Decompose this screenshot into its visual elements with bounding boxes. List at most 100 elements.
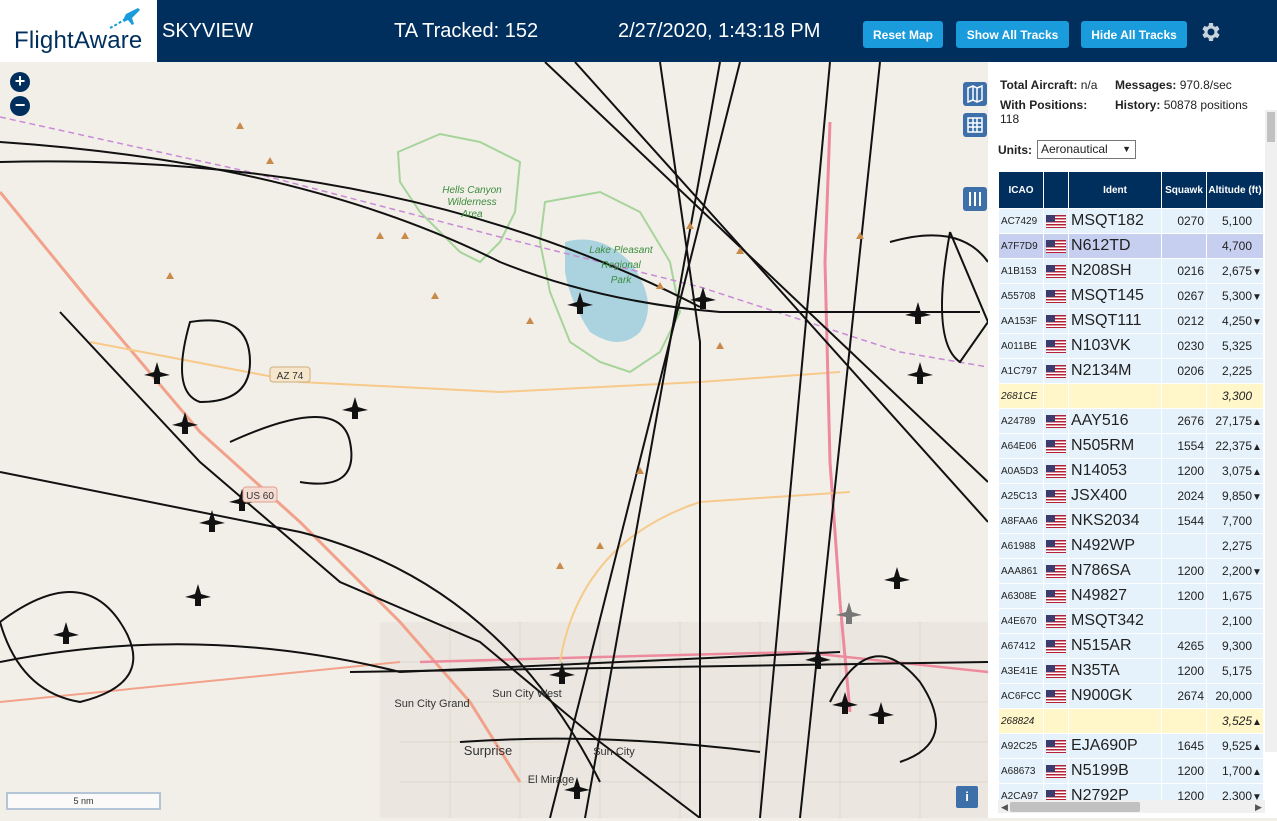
col-altitude[interactable]: Altitude (ft) bbox=[1206, 171, 1265, 209]
cell-flag bbox=[1043, 533, 1070, 559]
us-flag-icon bbox=[1046, 515, 1067, 529]
cell-ident: EJA690P bbox=[1068, 733, 1163, 759]
cell-ident: NKS2034 bbox=[1068, 508, 1163, 534]
cell-ident: MSQT145 bbox=[1068, 283, 1163, 309]
zoom-out-button[interactable]: − bbox=[10, 96, 30, 116]
units-value: Aeronautical bbox=[1041, 142, 1108, 156]
altitude-value: 5,325 bbox=[1221, 339, 1253, 353]
table-row[interactable]: A4E670 MSQT342 2,100 bbox=[997, 608, 1265, 634]
table-row[interactable]: AAA861 N786SA 1200 2,200▼ bbox=[997, 558, 1265, 584]
table-row[interactable]: AC6FCC N900GK 2674 20,000 bbox=[997, 683, 1265, 709]
cell-ident: AAY516 bbox=[1068, 408, 1163, 434]
cell-altitude: 2,225 bbox=[1206, 358, 1265, 384]
table-row[interactable]: A1C797 N2134M 0206 2,225 bbox=[997, 358, 1265, 384]
map-view[interactable]: Hells Canyon Wilderness Area Lake Pleasa… bbox=[0, 62, 988, 818]
columns-toggle-button[interactable] bbox=[963, 187, 987, 211]
sidebar-vertical-scrollbar[interactable] bbox=[1265, 110, 1277, 752]
table-row[interactable]: A0A5D3 N14053 1200 3,075▲ bbox=[997, 458, 1265, 484]
us-flag-icon bbox=[1046, 290, 1067, 304]
table-row[interactable]: A25C13 JSX400 2024 9,850▼ bbox=[997, 483, 1265, 509]
altitude-trend-icon: ▼ bbox=[1252, 567, 1262, 578]
cell-icao: A4E670 bbox=[997, 608, 1045, 634]
cell-altitude: 20,000 bbox=[1206, 683, 1265, 709]
scroll-right-icon[interactable]: ▶ bbox=[1255, 802, 1262, 813]
col-icao[interactable]: ICAO bbox=[997, 171, 1045, 209]
col-flag[interactable] bbox=[1043, 171, 1070, 209]
table-row[interactable]: A6308E N49827 1200 1,675 bbox=[997, 583, 1265, 609]
cell-ident: N900GK bbox=[1068, 683, 1163, 709]
table-row[interactable]: AA153F MSQT111 0212 4,250▼ bbox=[997, 308, 1265, 334]
flightaware-logo[interactable]: FlightAware bbox=[0, 0, 157, 62]
table-row[interactable]: A3E41E N35TA 1200 5,175 bbox=[997, 658, 1265, 684]
cell-icao: A7F7D9 bbox=[997, 233, 1045, 259]
cell-ident: N14053 bbox=[1068, 458, 1163, 484]
altitude-value: 5,175 bbox=[1221, 664, 1253, 678]
cell-squawk bbox=[1161, 233, 1208, 259]
table-row[interactable]: A67412 N515AR 4265 9,300 bbox=[997, 633, 1265, 659]
total-aircraft-value: n/a bbox=[1080, 78, 1098, 92]
cell-flag bbox=[1043, 358, 1070, 384]
us-flag-icon bbox=[1046, 315, 1067, 329]
aircraft-table[interactable]: ICAO Ident Squawk Altitude (ft) AC7429 MS… bbox=[997, 171, 1265, 809]
current-datetime: 2/27/2020, 1:43:18 PM bbox=[618, 20, 821, 42]
cell-icao: A3E41E bbox=[997, 658, 1045, 684]
altitude-trend-icon: ▼ bbox=[1252, 292, 1262, 303]
sidebar-horizontal-scroll-thumb[interactable] bbox=[1010, 802, 1140, 812]
table-row[interactable]: 268824 3,525▲ bbox=[997, 708, 1265, 734]
table-row[interactable]: 2681CE 3,300 bbox=[997, 383, 1265, 409]
units-select[interactable]: Aeronautical ▼ bbox=[1037, 140, 1136, 159]
columns-icon bbox=[969, 192, 981, 206]
table-row[interactable]: A68673 N5199B 1200 1,700▲ bbox=[997, 758, 1265, 784]
cell-icao: A1C797 bbox=[997, 358, 1045, 384]
cell-ident: JSX400 bbox=[1068, 483, 1163, 509]
show-all-tracks-button[interactable]: Show All Tracks bbox=[956, 21, 1069, 48]
label-sun-city: Sun City bbox=[593, 746, 635, 758]
altitude-value: 27,175 bbox=[1215, 414, 1253, 428]
aircraft-icon bbox=[907, 362, 933, 384]
map-layers-button[interactable] bbox=[963, 82, 987, 106]
cell-ident: N612TD bbox=[1068, 233, 1163, 259]
header: FlightAware SKYVIEW TA Tracked: 152 2/27… bbox=[0, 0, 1277, 62]
sidebar-vertical-scroll-thumb[interactable] bbox=[1267, 112, 1275, 142]
us-flag-icon bbox=[1046, 565, 1067, 579]
gear-icon[interactable] bbox=[1198, 20, 1222, 44]
us-flag-icon bbox=[1046, 540, 1067, 554]
table-row[interactable]: A24789 AAY516 2676 27,175▲ bbox=[997, 408, 1265, 434]
grid-toggle-button[interactable] bbox=[963, 113, 987, 137]
label-park: Park bbox=[611, 275, 633, 286]
scroll-left-icon[interactable]: ◀ bbox=[1001, 802, 1008, 813]
table-row[interactable]: A55708 MSQT145 0267 5,300▼ bbox=[997, 283, 1265, 309]
cell-squawk: 1645 bbox=[1161, 733, 1208, 759]
reset-map-button[interactable]: Reset Map bbox=[863, 21, 943, 48]
cell-icao: AA153F bbox=[997, 308, 1045, 334]
cell-icao: A92C25 bbox=[997, 733, 1045, 759]
positions-value: 118 bbox=[1000, 112, 1020, 126]
col-squawk[interactable]: Squawk bbox=[1161, 171, 1208, 209]
altitude-value: 2,225 bbox=[1221, 364, 1253, 378]
cell-altitude: 9,300 bbox=[1206, 633, 1265, 659]
table-row[interactable]: A1B153 N208SH 0216 2,675▼ bbox=[997, 258, 1265, 284]
aircraft-icon bbox=[185, 584, 211, 606]
us-flag-icon bbox=[1046, 690, 1067, 704]
hide-all-tracks-button[interactable]: Hide All Tracks bbox=[1081, 21, 1187, 48]
table-row[interactable]: A011BE N103VK 0230 5,325 bbox=[997, 333, 1265, 359]
cell-flag bbox=[1043, 733, 1070, 759]
cell-altitude: 5,175 bbox=[1206, 658, 1265, 684]
table-row[interactable]: A64E06 N505RM 1554 22,375▲ bbox=[997, 433, 1265, 459]
cell-flag bbox=[1043, 658, 1070, 684]
col-ident[interactable]: Ident bbox=[1068, 171, 1163, 209]
altitude-value: 2,200 bbox=[1221, 564, 1253, 578]
zoom-in-button[interactable]: + bbox=[10, 72, 30, 92]
table-row[interactable]: A61988 N492WP 2,275 bbox=[997, 533, 1265, 559]
us-flag-icon bbox=[1046, 490, 1067, 504]
cell-icao: A6308E bbox=[997, 583, 1045, 609]
info-button[interactable]: i bbox=[956, 786, 978, 808]
table-row[interactable]: A92C25 EJA690P 1645 9,525▲ bbox=[997, 733, 1265, 759]
table-row[interactable]: A7F7D9 N612TD 4,700 bbox=[997, 233, 1265, 259]
table-row[interactable]: A8FAA6 NKS2034 1544 7,700 bbox=[997, 508, 1265, 534]
map-canvas[interactable]: Hells Canyon Wilderness Area Lake Pleasa… bbox=[0, 62, 988, 818]
cell-flag bbox=[1043, 633, 1070, 659]
us-flag-icon bbox=[1046, 265, 1067, 279]
cell-altitude: 9,850▼ bbox=[1206, 483, 1265, 509]
table-row[interactable]: AC7429 MSQT182 0270 5,100 bbox=[997, 208, 1265, 234]
